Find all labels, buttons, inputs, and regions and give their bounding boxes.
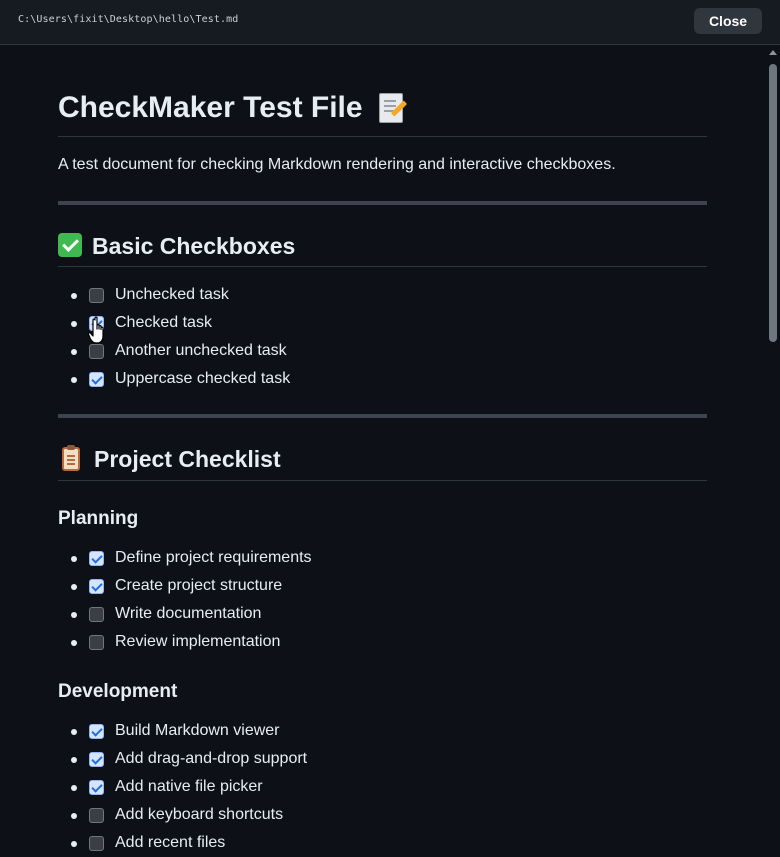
horizontal-rule [58, 414, 707, 418]
memo-icon [378, 93, 403, 123]
task-item: Define project requirements [58, 544, 312, 572]
task-checkbox[interactable] [89, 780, 104, 795]
task-item: Review implementation [58, 628, 312, 656]
section-underline [58, 480, 707, 481]
markdown-viewer[interactable]: CheckMaker Test File A test document for… [0, 46, 766, 857]
vertical-scrollbar[interactable] [766, 46, 780, 857]
subsection-heading-planning: Planning [58, 508, 139, 529]
document-description: A test document for checking Markdown re… [58, 156, 616, 173]
task-label: Write documentation [115, 605, 262, 622]
bullet [71, 293, 77, 299]
bullet [71, 729, 77, 735]
subsection-heading-development: Development [58, 681, 178, 702]
title-underline [58, 136, 707, 137]
task-list-basic: Unchecked task Checked task Another unch… [58, 281, 290, 393]
task-label: Add keyboard shortcuts [115, 806, 284, 823]
task-label: Another unchecked task [115, 342, 287, 359]
task-checkbox[interactable] [89, 836, 104, 851]
task-label: Build Markdown viewer [115, 722, 280, 739]
task-item: Create project structure [58, 572, 312, 600]
bullet [71, 640, 77, 646]
section-heading-project-checklist: Project Checklist [58, 444, 281, 474]
bullet [71, 757, 77, 763]
scrollbar-thumb[interactable] [769, 64, 777, 342]
task-label: Review implementation [115, 633, 281, 650]
file-path: C:\Users\fixit\Desktop\hello\Test.md [18, 14, 239, 25]
task-label: Create project structure [115, 577, 283, 594]
task-list-development: Build Markdown viewer Add drag-and-drop … [58, 717, 307, 857]
title-bar: C:\Users\fixit\Desktop\hello\Test.md Clo… [0, 0, 780, 45]
task-checkbox[interactable] [89, 316, 104, 331]
task-checkbox[interactable] [89, 288, 104, 303]
task-label: Add drag-and-drop support [115, 750, 308, 767]
scroll-up-arrow-icon[interactable] [769, 50, 777, 55]
page-title: CheckMaker Test File [58, 88, 403, 128]
task-list-planning: Define project requirements Create proje… [58, 544, 312, 656]
task-checkbox[interactable] [89, 607, 104, 622]
section-heading-basic-checkboxes: Basic Checkboxes [58, 231, 295, 261]
bullet [71, 841, 77, 847]
task-checkbox[interactable] [89, 724, 104, 739]
bullet [71, 349, 77, 355]
bullet [71, 584, 77, 590]
task-label: Uppercase checked task [115, 370, 291, 387]
task-item: Uppercase checked task [58, 365, 290, 393]
task-label: Add native file picker [115, 778, 263, 795]
task-checkbox[interactable] [89, 551, 104, 566]
task-label: Unchecked task [115, 286, 229, 303]
task-checkbox[interactable] [89, 344, 104, 359]
task-label: Checked task [115, 314, 212, 331]
task-item: Write documentation [58, 600, 312, 628]
task-checkbox[interactable] [89, 752, 104, 767]
section-heading-text: Project Checklist [94, 446, 281, 472]
bullet [71, 377, 77, 383]
close-button[interactable]: Close [694, 8, 762, 34]
task-checkbox[interactable] [89, 808, 104, 823]
task-item: Add keyboard shortcuts [58, 801, 307, 829]
bullet [71, 556, 77, 562]
clipboard-icon [62, 445, 80, 471]
horizontal-rule [58, 201, 707, 205]
task-label: Add recent files [115, 834, 226, 851]
task-item: Add recent files [58, 829, 307, 857]
bullet [71, 321, 77, 327]
task-label: Define project requirements [115, 549, 312, 566]
bullet [71, 813, 77, 819]
check-mark-button-icon [58, 233, 82, 257]
task-checkbox[interactable] [89, 579, 104, 594]
page-title-text: CheckMaker Test File [58, 91, 363, 124]
task-checkbox[interactable] [89, 372, 104, 387]
bullet [71, 785, 77, 791]
section-underline [58, 266, 707, 267]
bullet [71, 612, 77, 618]
task-item: Unchecked task [58, 281, 290, 309]
task-item: Build Markdown viewer [58, 717, 307, 745]
task-checkbox[interactable] [89, 635, 104, 650]
task-item: Another unchecked task [58, 337, 290, 365]
section-heading-text: Basic Checkboxes [92, 233, 296, 259]
task-item: Add native file picker [58, 773, 307, 801]
task-item: Add drag-and-drop support [58, 745, 307, 773]
task-item: Checked task [58, 309, 290, 337]
